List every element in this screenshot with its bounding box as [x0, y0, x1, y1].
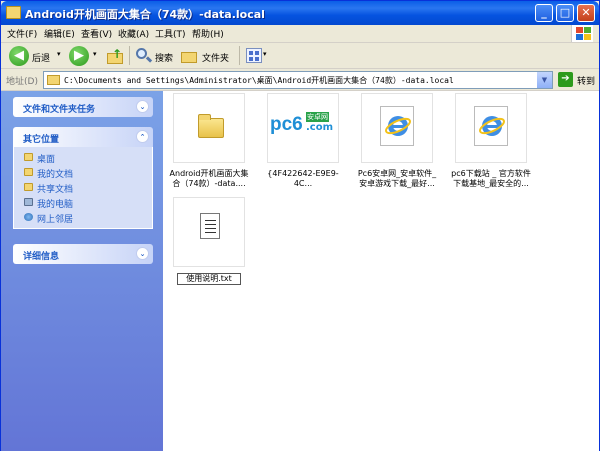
- chevron-up-icon[interactable]: ⌃: [136, 130, 149, 143]
- address-bar-row: 地址(D) C:\Documents and Settings\Administ…: [1, 69, 599, 91]
- back-label[interactable]: 后退: [32, 51, 50, 64]
- file-name: pc6下载站 _ 官方软件下载基地_最安全的...: [451, 169, 531, 188]
- my-computer-icon: [24, 198, 33, 206]
- folder-window-icon: [6, 6, 21, 19]
- address-label: 地址(D): [6, 77, 38, 87]
- place-shared-documents[interactable]: 共享文档: [24, 182, 73, 195]
- file-thumbnail: [173, 197, 245, 267]
- details-title: 详细信息: [23, 252, 60, 262]
- window-title: Android开机画面大集合（74款）-data.local: [25, 8, 265, 21]
- explorer-window: Android开机画面大集合（74款）-data.local _ □ ✕ 文件(…: [0, 0, 600, 451]
- folders-label[interactable]: 文件夹: [202, 51, 229, 64]
- chevron-down-icon[interactable]: ⌄: [136, 247, 149, 260]
- file-name: Android开机画面大集合（74款）-data....: [169, 169, 249, 188]
- file-name: {4F422642-E9E9-4C...: [267, 169, 339, 188]
- place-my-computer[interactable]: 我的电脑: [24, 197, 73, 210]
- go-label: 转到: [577, 77, 596, 87]
- address-folder-icon: [47, 75, 60, 85]
- close-button[interactable]: ✕: [577, 4, 595, 22]
- views-dropdown-icon[interactable]: ▾: [263, 50, 267, 58]
- toolbar-separator: [129, 46, 130, 65]
- menu-file[interactable]: 文件(F): [7, 27, 37, 40]
- address-path[interactable]: C:\Documents and Settings\Administrator\…: [64, 75, 454, 86]
- file-thumbnail: [455, 93, 527, 163]
- pc6-logo-icon: pc6 安卓网 .com: [270, 112, 334, 135]
- other-places-header[interactable]: 其它位置 ⌃: [13, 127, 153, 147]
- title-bar[interactable]: Android开机画面大集合（74款）-data.local _ □ ✕: [1, 1, 599, 25]
- folder-icon: [198, 114, 224, 138]
- place-desktop[interactable]: 桌面: [24, 152, 55, 165]
- menu-help[interactable]: 帮助(H): [192, 27, 224, 40]
- my-documents-icon: [24, 168, 33, 176]
- place-my-documents[interactable]: 我的文档: [24, 167, 73, 180]
- file-thumbnail: [173, 93, 245, 163]
- file-tasks-title: 文件和文件夹任务: [23, 105, 96, 115]
- toolbar-separator: [239, 46, 240, 65]
- desktop-icon: [24, 153, 33, 161]
- other-places-title: 其它位置: [23, 135, 60, 145]
- file-name: Pc6安卓网_安卓软件_安卓游戏下载_最好...: [357, 169, 437, 188]
- back-dropdown-icon[interactable]: ▾: [57, 50, 61, 58]
- address-field[interactable]: C:\Documents and Settings\Administrator\…: [43, 71, 553, 89]
- menu-favorites[interactable]: 收藏(A): [118, 27, 149, 40]
- menu-edit[interactable]: 编辑(E): [44, 27, 75, 40]
- other-places-list: 桌面 我的文档 共享文档 我的电脑 网上邻居: [13, 147, 153, 229]
- file-thumbnail: pc6 安卓网 .com: [267, 93, 339, 163]
- menu-bar: 文件(F) 编辑(E) 查看(V) 收藏(A) 工具(T) 帮助(H): [1, 25, 599, 43]
- forward-arrow-icon[interactable]: ▶: [69, 46, 89, 66]
- search-label[interactable]: 搜索: [155, 51, 173, 64]
- network-icon: [24, 213, 33, 221]
- file-thumbnail: [361, 93, 433, 163]
- back-arrow-icon[interactable]: ◀: [9, 46, 29, 66]
- task-pane: 文件和文件夹任务 ⌄ 其它位置 ⌃ 桌面 我的文档 共享文档 我的电脑 网上邻居…: [1, 91, 163, 451]
- file-tasks-header[interactable]: 文件和文件夹任务 ⌄: [13, 97, 153, 117]
- file-name: 使用说明.txt: [177, 273, 241, 285]
- details-header[interactable]: 详细信息 ⌄: [13, 244, 153, 264]
- ie-icon: [385, 116, 411, 136]
- search-icon[interactable]: [135, 47, 153, 65]
- views-icon[interactable]: [246, 48, 262, 63]
- folders-icon[interactable]: [181, 49, 199, 63]
- menu-tools[interactable]: 工具(T): [155, 27, 186, 40]
- maximize-button[interactable]: □: [556, 4, 574, 22]
- windows-logo-icon: [571, 25, 593, 42]
- go-arrow-icon: ➔: [558, 72, 573, 87]
- folder-up-icon[interactable]: ↑: [107, 47, 124, 65]
- menu-view[interactable]: 查看(V): [81, 27, 112, 40]
- chevron-down-icon[interactable]: ⌄: [136, 100, 149, 113]
- place-network[interactable]: 网上邻居: [24, 212, 73, 225]
- toolbar: ◀ 后退 ▾ ▶ ▾ ↑ 搜索 文件夹 ▾: [1, 43, 599, 69]
- forward-dropdown-icon[interactable]: ▾: [93, 50, 97, 58]
- minimize-button[interactable]: _: [535, 4, 553, 22]
- text-file-icon: [200, 213, 220, 239]
- shared-documents-icon: [24, 183, 33, 191]
- file-list: Android开机画面大集合（74款）-data.... pc6 安卓网 .co…: [163, 91, 599, 451]
- ie-icon: [479, 116, 505, 136]
- address-dropdown-icon[interactable]: ▼: [537, 72, 552, 88]
